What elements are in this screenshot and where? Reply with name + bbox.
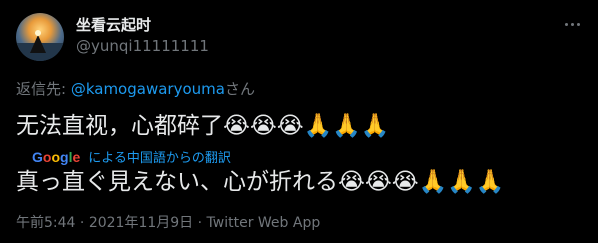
source-app-link[interactable]: Twitter Web App — [207, 215, 321, 231]
translation-link[interactable]: による中国語からの翻訳 — [88, 147, 231, 166]
reply-prefix: 返信先: — [16, 80, 71, 98]
meta-separator: · — [193, 215, 207, 231]
reply-mention-link[interactable]: @kamogawaryouma — [71, 80, 225, 98]
avatar[interactable] — [16, 13, 64, 61]
more-horizontal-icon — [576, 22, 580, 26]
google-logo: Google — [32, 148, 81, 165]
tweet-metadata: 午前5:44 · 2021年11月9日 · Twitter Web App — [16, 212, 320, 232]
translation-attribution: Google による中国語からの翻訳 — [32, 147, 231, 167]
user-handle[interactable]: @yunqi11111111 — [76, 37, 209, 55]
tweet-original-text: 无法直视，心都碎了😭😭😭🙏🙏🙏 — [16, 113, 390, 139]
reply-context: 返信先: @kamogawaryoumaさん — [16, 78, 255, 99]
meta-separator: · — [75, 215, 89, 231]
tweet-date[interactable]: 2021年11月9日 — [89, 215, 193, 231]
sunset-avatar-icon — [16, 30, 64, 61]
tweet-translated-text: 真っ直ぐ見えない、心が折れる😭😭😭🙏🙏🙏 — [16, 169, 505, 195]
tweet-time[interactable]: 午前5:44 — [16, 215, 75, 231]
display-name[interactable]: 坐看云起时 — [76, 14, 151, 35]
reply-suffix: さん — [224, 80, 255, 98]
more-options-button[interactable] — [560, 14, 584, 34]
more-horizontal-icon — [570, 22, 574, 26]
more-horizontal-icon — [564, 22, 568, 26]
